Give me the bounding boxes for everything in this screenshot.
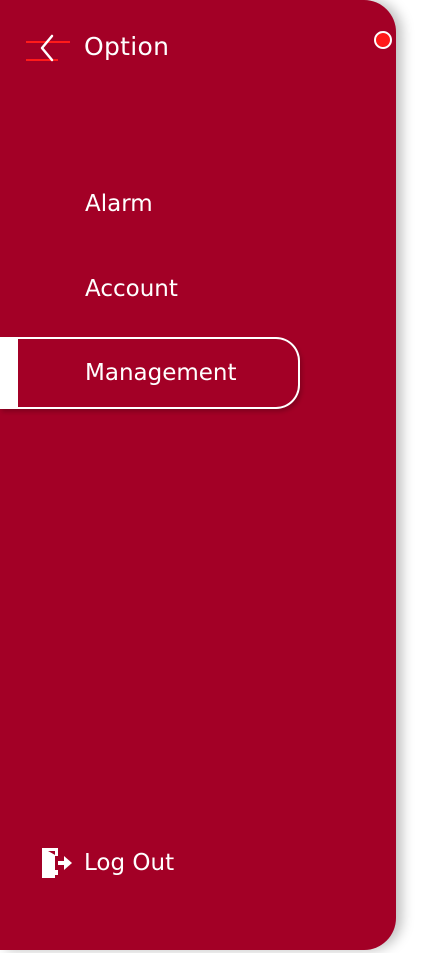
active-indicator xyxy=(0,339,18,407)
status-indicator xyxy=(374,31,392,49)
menu-item-alarm[interactable]: Alarm xyxy=(0,168,300,240)
logout-label: Log Out xyxy=(84,850,175,876)
back-arrow-icon xyxy=(26,34,70,62)
menu-item-management[interactable]: Management xyxy=(0,337,300,409)
menu-item-label: Alarm xyxy=(85,191,153,217)
logout-button[interactable]: Log Out xyxy=(40,843,174,883)
drawer-header: Option xyxy=(24,26,169,66)
logout-door-icon xyxy=(42,848,72,878)
back-button[interactable] xyxy=(24,26,70,66)
page-title: Option xyxy=(84,31,170,61)
menu-item-account[interactable]: Account xyxy=(0,253,300,325)
menu-item-label: Management xyxy=(85,360,237,386)
navigation-drawer: Option Alarm Account Management Log Out xyxy=(0,0,396,950)
menu-item-label: Account xyxy=(85,276,178,302)
